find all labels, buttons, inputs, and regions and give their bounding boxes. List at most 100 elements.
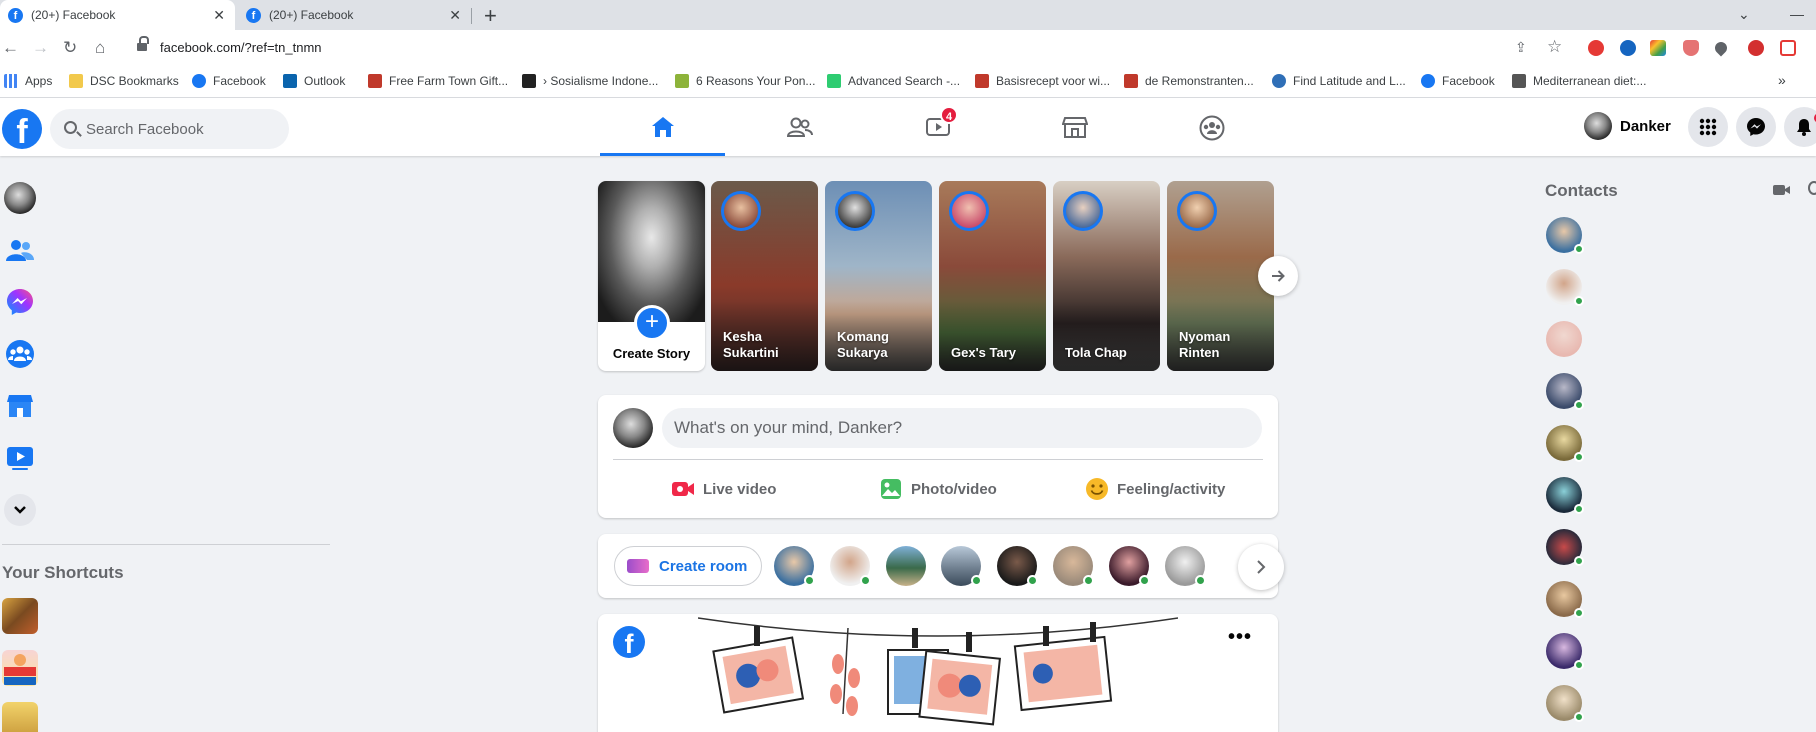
browser-tab[interactable]: f (20+) Facebook ✕ <box>238 0 471 30</box>
bookmark-item[interactable]: de Remonstranten... <box>1124 74 1254 88</box>
whats-on-your-mind-input[interactable]: What's on your mind, Danker? <box>662 408 1262 448</box>
room-contact-avatar[interactable] <box>1053 546 1094 586</box>
bookmark-item[interactable]: Facebook <box>192 74 266 88</box>
close-tab-icon[interactable]: ✕ <box>213 7 225 24</box>
back-arrow-icon[interactable]: ← <box>2 38 19 58</box>
tab-groups[interactable] <box>1149 98 1274 156</box>
contact-avatar[interactable] <box>1546 217 1584 254</box>
live-video-button[interactable]: Live video <box>671 471 776 507</box>
shield-extension-icon[interactable] <box>1683 40 1699 56</box>
feeling-activity-button[interactable]: Feeling/activity <box>1085 471 1225 507</box>
story-card[interactable]: Kesha Sukartini <box>711 181 818 371</box>
messenger-button[interactable] <box>1736 107 1776 147</box>
tab-watch[interactable]: 4 <box>875 98 1000 156</box>
room-contact-avatar[interactable] <box>1165 546 1206 586</box>
tab-search-chevron-icon[interactable]: ⌄ <box>1738 6 1750 23</box>
room-contact-avatar[interactable] <box>997 546 1038 586</box>
shortcut-item[interactable] <box>2 702 38 732</box>
room-contact-avatar[interactable] <box>774 546 815 586</box>
pond-icon <box>675 74 689 88</box>
create-story-card[interactable]: + Create Story <box>598 181 705 371</box>
screenshot-extension-icon[interactable] <box>1780 40 1796 56</box>
contact-avatar[interactable] <box>1546 633 1584 670</box>
room-contact-avatar[interactable] <box>830 546 871 586</box>
bookmark-item[interactable]: Apps <box>4 74 52 88</box>
sidebar-item-marketplace[interactable] <box>4 390 36 422</box>
bookmark-item[interactable]: Facebook <box>1421 74 1495 88</box>
room-contact-avatar[interactable] <box>886 546 926 586</box>
create-room-button[interactable]: Create room <box>614 546 763 586</box>
bookmark-item[interactable]: Outlook <box>283 74 345 88</box>
friends-icon <box>786 117 813 137</box>
contact-avatar[interactable] <box>1546 685 1584 722</box>
search-contacts-icon[interactable] <box>1808 181 1816 195</box>
photo-video-button[interactable]: Photo/video <box>879 471 997 507</box>
avatar[interactable] <box>613 408 653 448</box>
home-icon <box>651 117 674 137</box>
forward-arrow-icon[interactable]: → <box>32 38 49 58</box>
story-card[interactable]: Komang Sukarya <box>825 181 932 371</box>
rooms-next-button[interactable] <box>1238 544 1284 590</box>
contact-avatar[interactable] <box>1546 477 1584 514</box>
sidebar-item-watch[interactable] <box>4 442 36 474</box>
bookmark-item[interactable]: Find Latitude and L... <box>1272 74 1406 88</box>
bookmark-item[interactable]: Mediterranean diet:... <box>1512 74 1646 88</box>
tab-marketplace[interactable] <box>1012 98 1137 156</box>
search-input[interactable] <box>86 109 281 149</box>
contact-avatar[interactable] <box>1546 321 1582 357</box>
location-pin-icon[interactable] <box>1712 39 1730 57</box>
s-icon <box>522 74 536 88</box>
bookmark-item[interactable]: 6 Reasons Your Pon... <box>675 74 815 88</box>
stop-extension-icon[interactable] <box>1748 40 1764 56</box>
notifications-button[interactable] <box>1784 107 1816 147</box>
adblock-extension-icon[interactable] <box>1588 40 1604 56</box>
new-tab-icon[interactable]: + <box>484 3 497 29</box>
new-room-video-icon[interactable] <box>1773 183 1791 197</box>
share-icon[interactable]: ⇪ <box>1515 39 1527 56</box>
composer-divider <box>613 459 1263 460</box>
close-tab-icon[interactable]: ✕ <box>449 7 461 24</box>
contact-avatar[interactable] <box>1546 529 1584 566</box>
farm-town-icon <box>368 74 382 88</box>
search-bar[interactable] <box>50 109 289 149</box>
story-card[interactable]: Tola Chap <box>1053 181 1160 371</box>
sidebar-item-messenger[interactable] <box>4 286 36 318</box>
room-contact-avatar[interactable] <box>1109 546 1150 586</box>
url-bar[interactable]: facebook.com/?ref=tn_tnmn <box>125 34 1585 62</box>
bookmark-star-icon[interactable]: ☆ <box>1547 37 1562 57</box>
more-bookmarks-chevron-icon[interactable]: » <box>1778 72 1786 88</box>
facebook-logo-icon[interactable]: f <box>2 109 42 149</box>
bookmark-item[interactable]: › Sosialisme Indone... <box>522 74 658 88</box>
story-card[interactable]: Gex's Tary <box>939 181 1046 371</box>
profile-shortcut[interactable]: Danker <box>1584 110 1671 142</box>
shortcut-item[interactable] <box>2 598 38 634</box>
bookmark-item[interactable]: DSC Bookmarks <box>69 74 179 88</box>
menu-grid-button[interactable] <box>1688 107 1728 147</box>
bookmark-item[interactable]: Basisrecept voor wi... <box>975 74 1110 88</box>
contact-avatar[interactable] <box>1546 425 1584 462</box>
color-extension-icon[interactable] <box>1650 40 1666 56</box>
room-contact-avatar[interactable] <box>941 546 982 586</box>
extension-icon[interactable] <box>1620 40 1636 56</box>
sidebar-item-friends[interactable] <box>4 234 36 266</box>
profile-avatar[interactable] <box>4 182 36 214</box>
friends-icon <box>6 240 34 261</box>
see-more-button[interactable] <box>4 494 36 526</box>
home-icon[interactable]: ⌂ <box>95 38 105 58</box>
more-options-icon[interactable]: ••• <box>1228 626 1252 649</box>
sidebar-item-groups[interactable] <box>4 338 36 370</box>
bookmark-item[interactable]: Advanced Search -... <box>827 74 960 88</box>
contact-avatar[interactable] <box>1546 581 1584 618</box>
shortcut-farm-town[interactable] <box>2 650 38 686</box>
tab-friends[interactable] <box>737 98 862 156</box>
stories-next-button[interactable] <box>1258 256 1298 296</box>
contact-avatar[interactable] <box>1546 269 1584 306</box>
bookmark-item[interactable]: Free Farm Town Gift... <box>368 74 508 88</box>
tab-home[interactable] <box>600 98 725 156</box>
minimize-icon[interactable]: — <box>1790 6 1804 22</box>
browser-tab-active[interactable]: f (20+) Facebook ✕ <box>0 0 235 30</box>
contact-avatar[interactable] <box>1546 373 1584 410</box>
reload-icon[interactable]: ↻ <box>63 38 77 58</box>
facebook-logo-icon[interactable]: f <box>613 626 645 658</box>
video-camera-plus-icon <box>627 559 649 573</box>
